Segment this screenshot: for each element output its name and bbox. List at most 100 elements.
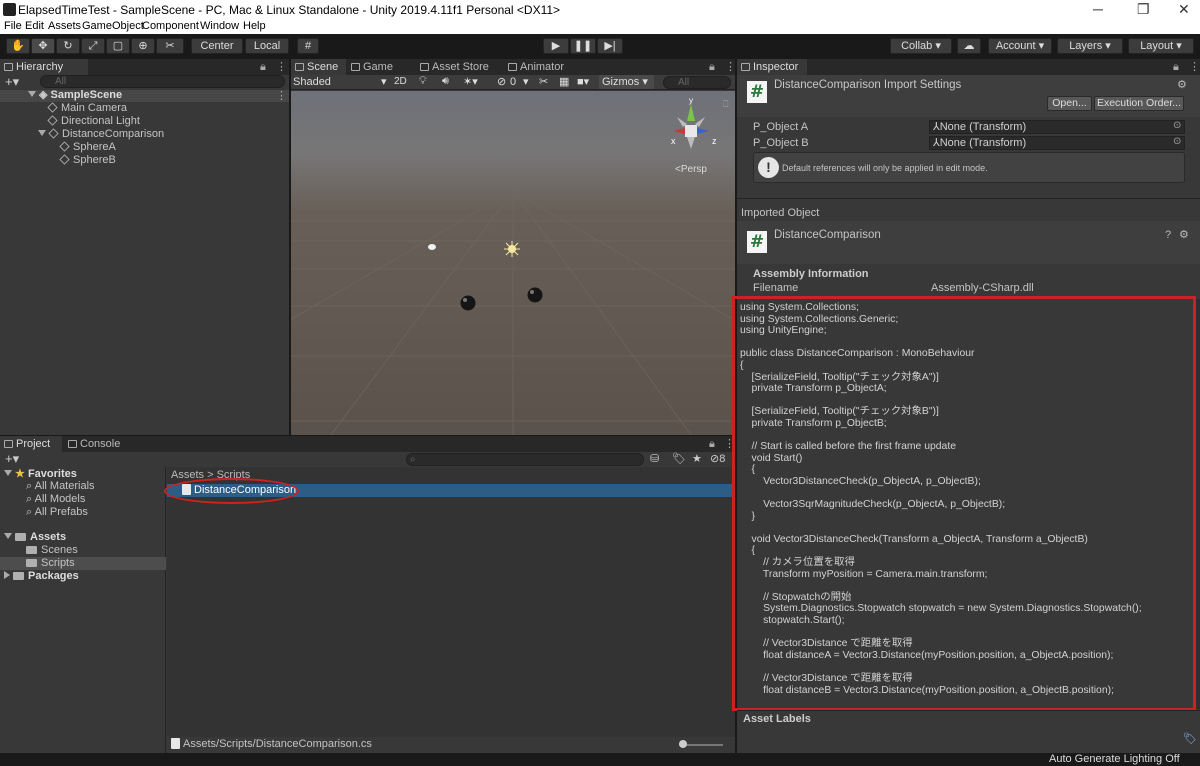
projection-label[interactable]: <Persp <box>675 164 707 175</box>
rect-tool-icon[interactable]: ▢ <box>106 38 130 54</box>
packages-row[interactable]: Packages <box>4 570 79 583</box>
help-icon[interactable]: ? <box>1165 229 1171 241</box>
sphere-b[interactable] <box>527 287 543 303</box>
assets-row[interactable]: Assets <box>4 531 66 544</box>
gizmos-dropdown[interactable]: Gizmos ▾ <box>599 75 654 89</box>
sphere-a[interactable] <box>460 295 476 311</box>
tab-console[interactable]: Console <box>64 436 130 452</box>
effects-icon[interactable]: ✶▾ <box>463 75 478 88</box>
lock-icon[interactable]: 🔒︎ <box>260 61 266 74</box>
hierarchy-item[interactable]: SphereB <box>59 154 116 167</box>
layers-dropdown[interactable]: Layers ▾ <box>1057 38 1123 54</box>
cloud-icon[interactable]: ☁ <box>957 38 981 54</box>
tab-asset-store[interactable]: Asset Store <box>416 59 494 75</box>
hidden-objects-icon[interactable]: ⊘ <box>497 75 506 88</box>
pause-button[interactable]: ❚❚ <box>570 38 596 54</box>
window-title: ElapsedTimeTest - SampleScene - PC, Mac … <box>18 3 561 17</box>
slider-thumb[interactable] <box>679 740 687 748</box>
filter-by-label-icon[interactable]: 🏷︎ <box>672 452 686 465</box>
scene-menu-icon[interactable]: ⋮ <box>276 89 287 102</box>
play-button[interactable]: ▶ <box>543 38 569 54</box>
project-search[interactable]: ⌕ <box>406 453 644 466</box>
hierarchy-item[interactable]: Main Camera <box>47 102 128 115</box>
audio-icon[interactable]: 🔊︎ <box>442 75 449 88</box>
tab-game[interactable]: Game <box>347 59 405 75</box>
orientation-gizmo[interactable] <box>673 104 709 149</box>
menu-component[interactable]: Component <box>142 20 199 32</box>
hierarchy-item[interactable]: Directional Light <box>47 115 140 128</box>
folder-item[interactable]: Scripts <box>26 557 75 570</box>
menu-gameobject[interactable]: GameObject <box>82 20 144 32</box>
hierarchy-search[interactable]: All <box>40 75 285 88</box>
transform-tool-icon[interactable]: ⊕ <box>131 38 155 54</box>
menu-file[interactable]: File <box>4 20 22 32</box>
favorite-item[interactable]: ⌕ All Prefabs <box>26 506 88 519</box>
gameobject-icon <box>59 154 70 165</box>
collab-button[interactable]: Collab ▾ <box>890 38 952 54</box>
close-button[interactable]: ✕ <box>1178 1 1190 18</box>
hierarchy-item[interactable]: DistanceComparison <box>38 128 164 141</box>
divider <box>737 710 1200 711</box>
hierarchy-item[interactable]: SphereA <box>59 141 116 154</box>
camera-settings-icon[interactable]: ▾ <box>523 75 529 88</box>
restore-button[interactable]: ❐ <box>1137 1 1150 18</box>
move-tool-icon[interactable]: ✥ <box>31 38 55 54</box>
tab-inspector[interactable]: Inspector <box>737 59 807 75</box>
camera-icon[interactable]: ■▾ <box>577 75 589 88</box>
menu-edit[interactable]: Edit <box>25 20 44 32</box>
layout-dropdown[interactable]: Layout ▾ <box>1128 38 1194 54</box>
scale-tool-icon[interactable]: ⤢ <box>81 38 105 54</box>
filter-by-type-icon[interactable]: ⛁ <box>650 452 659 465</box>
execution-order-button[interactable]: Execution Order... <box>1094 96 1184 111</box>
tab-animator[interactable]: Animator <box>504 59 576 75</box>
2d-toggle[interactable]: 2D <box>394 76 407 87</box>
lighting-icon[interactable]: 💡︎ <box>419 75 427 88</box>
lock-icon[interactable]: 🔒︎ <box>709 61 715 74</box>
rotate-tool-icon[interactable]: ↻ <box>56 38 80 54</box>
create-icon[interactable]: +▾ <box>5 74 19 90</box>
panel-menu-icon[interactable]: ⋮ <box>1189 60 1200 73</box>
tab-scene[interactable]: Scene <box>291 59 346 75</box>
folder-item[interactable]: Scenes <box>26 544 78 557</box>
scene-viewport[interactable]: x z y ⎕ <Persp <box>291 91 735 435</box>
panel-menu-icon[interactable]: ⋮ <box>276 60 287 73</box>
p-object-a-field[interactable]: ⅄None (Transform) <box>929 120 1185 134</box>
item-label: Main Camera <box>61 102 128 114</box>
hidden-packages-icon[interactable]: ⊘8 <box>710 452 725 465</box>
menu-window[interactable]: Window <box>200 20 239 32</box>
scene-search[interactable]: All <box>663 76 731 89</box>
label-tag-icon[interactable]: 🏷︎ <box>1183 732 1197 745</box>
favorite-star-icon[interactable]: ★ <box>692 452 702 465</box>
inspector-icon <box>741 63 750 71</box>
camera-gizmo-icon[interactable] <box>428 244 436 250</box>
p-object-b-field[interactable]: ⅄None (Transform) <box>929 136 1185 150</box>
open-button[interactable]: Open... <box>1047 96 1092 111</box>
account-dropdown[interactable]: Account ▾ <box>988 38 1052 54</box>
gizmo-lock-icon[interactable]: ⎕ <box>723 100 729 110</box>
step-button[interactable]: ▶| <box>597 38 623 54</box>
favorite-item[interactable]: ⌕ All Models <box>26 493 85 506</box>
lock-icon[interactable]: 🔒︎ <box>1173 61 1179 74</box>
menu-help[interactable]: Help <box>243 20 266 32</box>
create-asset-icon[interactable]: +▾ <box>5 451 19 467</box>
settings-gear-icon[interactable]: ⚙ <box>1177 78 1187 91</box>
panel-menu-icon[interactable]: ⋮ <box>725 60 736 73</box>
minimize-button[interactable]: ─ <box>1093 1 1103 17</box>
tab-hierarchy[interactable]: Hierarchy <box>0 59 88 75</box>
menu-assets[interactable]: Assets <box>48 20 81 32</box>
lock-icon[interactable]: 🔒︎ <box>709 438 715 451</box>
object-picker-icon[interactable]: ⊙ <box>1173 136 1181 147</box>
tab-project[interactable]: Project <box>0 436 62 452</box>
favorite-item[interactable]: ⌕ All Materials <box>26 480 95 493</box>
hand-tool-icon[interactable]: ✋ <box>6 38 30 54</box>
pivot-center-button[interactable]: Center <box>191 38 243 54</box>
grid-icon[interactable]: ▦ <box>559 75 569 88</box>
settings-gear-icon[interactable]: ⚙ <box>1179 228 1189 241</box>
grid-snap-icon[interactable]: # <box>297 38 319 54</box>
tools-icon[interactable]: ✂ <box>539 75 548 88</box>
shading-dropdown[interactable]: Shaded <box>293 76 331 88</box>
pivot-local-button[interactable]: Local <box>245 38 289 54</box>
object-picker-icon[interactable]: ⊙ <box>1173 120 1181 131</box>
scene-row[interactable]: ◈ SampleScene <box>28 89 122 102</box>
custom-tool-icon[interactable]: ✂ <box>156 38 184 54</box>
